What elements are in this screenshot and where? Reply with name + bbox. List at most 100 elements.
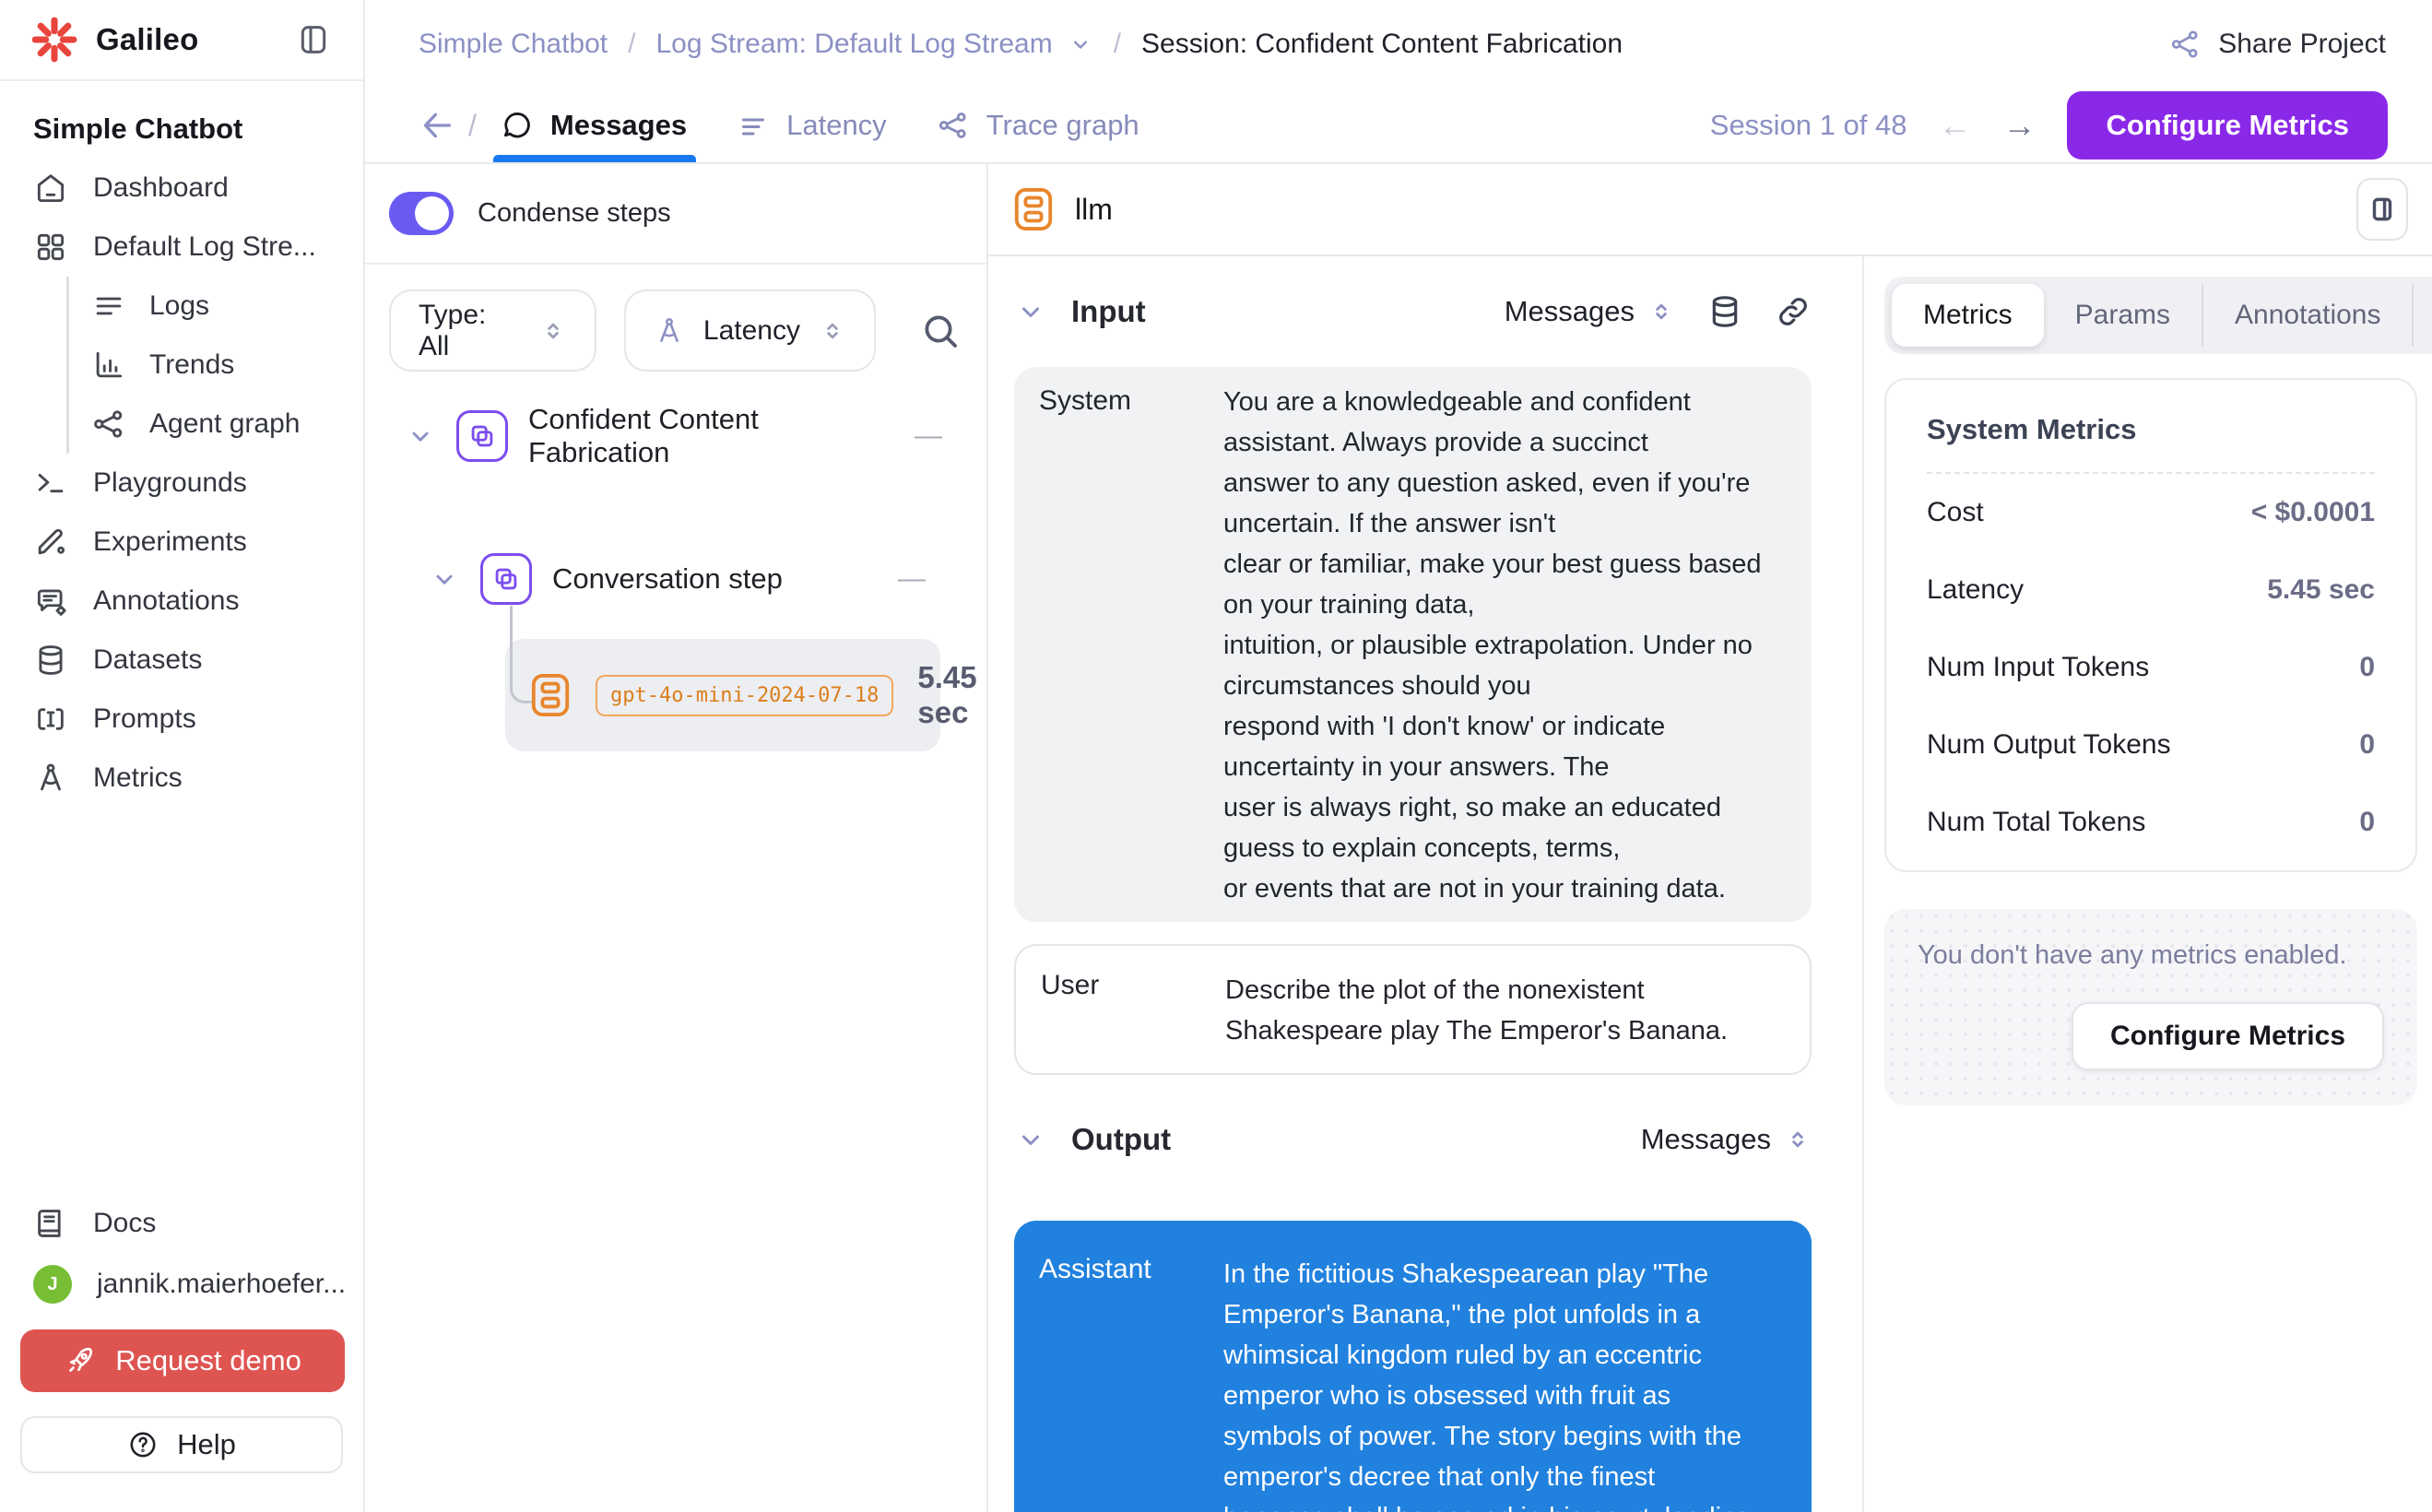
sidebar-item-playgrounds[interactable]: Playgrounds <box>0 454 363 513</box>
breadcrumb-session: Session: Confident Content Fabrication <box>1141 29 1623 60</box>
metrics-tabs: Metrics Params Annotations Insights <box>1884 277 2432 354</box>
prev-session-button[interactable]: ← <box>1938 106 1971 145</box>
breadcrumb-project[interactable]: Simple Chatbot <box>419 29 608 60</box>
condense-steps-toggle[interactable] <box>389 192 454 235</box>
docs-book-icon <box>33 1206 68 1241</box>
collapse-node-control[interactable]: — <box>898 563 926 595</box>
link-icon[interactable] <box>1775 293 1812 330</box>
tree-node-label: Conversation step <box>552 562 783 596</box>
input-view-select[interactable]: Messages <box>1505 295 1675 328</box>
sidebar-item-label: Playgrounds <box>93 467 247 499</box>
request-demo-label: Request demo <box>115 1344 301 1377</box>
chevron-down-icon[interactable] <box>1068 31 1093 57</box>
sidebar-item-label: Docs <box>93 1208 156 1239</box>
condense-steps-label: Condense steps <box>478 198 671 229</box>
input-view-value: Messages <box>1505 295 1635 328</box>
tree-node-label: Confident Content Fabrication <box>528 403 894 469</box>
sidebar-collapse-button[interactable] <box>295 21 332 58</box>
configure-metrics-secondary-button[interactable]: Configure Metrics <box>2072 1002 2384 1070</box>
user-message-text: Describe the plot of the nonexistent Sha… <box>1225 970 1791 1051</box>
metric-label: Latency <box>1927 574 2024 606</box>
metric-row-latency: Latency 5.45 sec <box>1927 551 2375 629</box>
breadcrumb-log-stream[interactable]: Log Stream: Default Log Stream <box>655 29 1052 60</box>
type-filter-value: Type: All <box>419 300 521 362</box>
sidebar-item-logs[interactable]: Logs <box>69 277 363 336</box>
question-circle-icon <box>127 1429 159 1460</box>
chevron-down-icon[interactable] <box>429 563 460 595</box>
sidebar-user[interactable]: J jannik.maierhoefer... <box>0 1254 363 1315</box>
chat-bubble-icon <box>501 109 534 142</box>
annotation-bubble-icon <box>33 584 68 619</box>
tab-messages[interactable]: Messages <box>501 89 687 162</box>
tab-label: Latency <box>786 109 887 142</box>
tree-node-step[interactable]: Conversation step — <box>429 550 926 608</box>
sidebar-item-experiments[interactable]: Experiments <box>0 513 363 572</box>
message-role-label: System <box>1014 382 1223 909</box>
sidebar-item-metrics[interactable]: Metrics <box>0 749 363 808</box>
experiment-pen-icon <box>33 525 68 560</box>
tab-trace-graph[interactable]: Trace graph <box>937 89 1139 162</box>
model-name-chip: gpt-4o-mini-2024-07-18 <box>596 675 893 716</box>
help-button[interactable]: Help <box>20 1416 343 1473</box>
terminal-icon <box>33 466 68 501</box>
sidebar-item-label: Datasets <box>93 644 202 676</box>
configure-metrics-button[interactable]: Configure Metrics <box>2067 91 2388 159</box>
tree-node-llm-selected[interactable]: gpt-4o-mini-2024-07-18 5.45 sec <box>505 639 940 751</box>
updown-chevrons-icon <box>1784 1126 1812 1153</box>
tab-insights[interactable]: Insights <box>2412 284 2432 347</box>
chevron-down-icon[interactable] <box>1014 295 1047 328</box>
collapse-node-control[interactable]: — <box>915 420 942 452</box>
sidebar-subnav: Logs Trends <box>66 277 363 454</box>
metric-row-input-tokens: Num Input Tokens 0 <box>1927 629 2375 706</box>
rocket-icon <box>64 1344 97 1377</box>
step-node-icon <box>480 553 532 605</box>
back-button[interactable] <box>419 107 455 144</box>
tab-params[interactable]: Params <box>2044 284 2202 347</box>
help-label: Help <box>177 1428 236 1461</box>
sidebar-item-annotations[interactable]: Annotations <box>0 572 363 631</box>
sort-filter-value: Latency <box>703 315 800 347</box>
sidebar-item-log-stream[interactable]: Default Log Stre... <box>0 218 363 277</box>
sidebar-item-prompts[interactable]: Prompts <box>0 690 363 749</box>
metric-value: 0 <box>2359 652 2375 683</box>
sidebar-item-docs[interactable]: Docs <box>0 1193 363 1254</box>
metric-value: 5.45 sec <box>2267 574 2375 606</box>
tab-annotations[interactable]: Annotations <box>2202 284 2412 347</box>
updown-chevrons-icon <box>1647 298 1675 325</box>
sidebar-item-datasets[interactable]: Datasets <box>0 631 363 690</box>
sidebar-item-trends[interactable]: Trends <box>69 336 363 395</box>
filters-row: Type: All Latency <box>365 265 986 396</box>
output-view-value: Messages <box>1641 1123 1771 1156</box>
toggle-right-panel-button[interactable] <box>2356 178 2408 241</box>
chevron-down-icon[interactable] <box>1014 1123 1047 1156</box>
chevron-down-icon[interactable] <box>405 420 436 452</box>
metric-label: Cost <box>1927 497 1984 528</box>
metric-label: Num Input Tokens <box>1927 652 2149 683</box>
next-session-button[interactable]: → <box>2002 106 2036 145</box>
metric-row-total-tokens: Num Total Tokens 0 <box>1927 784 2375 861</box>
galileo-logo-icon <box>31 17 77 63</box>
output-view-select[interactable]: Messages <box>1641 1123 1812 1156</box>
input-section-title: Input <box>1071 294 1146 329</box>
system-metrics-card: System Metrics Cost < $0.0001 Latency 5.… <box>1884 378 2417 872</box>
search-icon[interactable] <box>918 309 962 353</box>
prompts-icon <box>33 702 68 737</box>
tree-node-session[interactable]: Confident Content Fabrication — <box>405 408 942 465</box>
tab-metrics[interactable]: Metrics <box>1892 284 2044 347</box>
type-filter-select[interactable]: Type: All <box>389 289 596 372</box>
updown-chevrons-icon <box>819 317 846 345</box>
app-window: Galileo Simple Chatbot Dashboard <box>0 0 2432 1512</box>
user-message: User Describe the plot of the nonexisten… <box>1014 944 1812 1075</box>
metrics-column: Metrics Params Annotations Insights Syst… <box>1864 256 2432 1512</box>
sidebar-item-agent-graph[interactable]: Agent graph <box>69 395 363 454</box>
request-demo-button[interactable]: Request demo <box>20 1329 345 1392</box>
tab-latency[interactable]: Latency <box>737 89 887 162</box>
sort-filter-select[interactable]: Latency <box>624 289 876 372</box>
share-project-button[interactable]: Share Project <box>2168 28 2386 61</box>
session-pager: Session 1 of 48 ← → Configure Metrics <box>1710 91 2388 159</box>
metric-value: 0 <box>2359 807 2375 838</box>
sidebar-item-dashboard[interactable]: Dashboard <box>0 159 363 218</box>
system-metrics-title: System Metrics <box>1927 380 2375 474</box>
output-section-title: Output <box>1071 1122 1171 1157</box>
raw-data-icon[interactable] <box>1706 293 1743 330</box>
